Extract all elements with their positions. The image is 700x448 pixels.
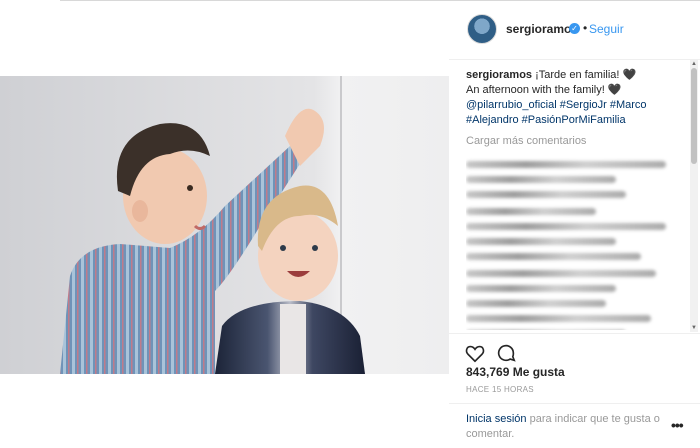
blurred-comment	[466, 161, 666, 168]
user-avatar[interactable]	[467, 14, 497, 44]
verified-badge-icon: ✓	[569, 23, 580, 34]
blurred-comment	[466, 223, 666, 230]
separator-dot: •	[583, 21, 588, 35]
blurred-comment	[466, 238, 616, 245]
post-header: sergioramos ✓ • Seguir	[449, 0, 700, 60]
login-link[interactable]: Inicia sesión	[466, 413, 527, 425]
caption: sergioramos ¡Tarde en familia! 🖤 An afte…	[466, 68, 686, 128]
tag-link[interactable]: #Marco	[610, 99, 647, 111]
tag-link[interactable]: #PasiónPorMiFamilia	[522, 114, 626, 126]
tag-link[interactable]: #SergioJr	[560, 99, 607, 111]
tag-link[interactable]: @pilarrubio_oficial	[466, 99, 557, 111]
comments-list: sergioramos ¡Tarde en familia! 🖤 An afte…	[466, 68, 686, 330]
speech-bubble-icon[interactable]	[495, 342, 517, 364]
heart-icon[interactable]	[464, 342, 486, 364]
comments-scrollbar[interactable]: ▲ ▼	[690, 60, 698, 332]
blurred-comment	[466, 270, 656, 277]
blurred-comment	[466, 300, 606, 307]
more-options-icon[interactable]: •••	[671, 418, 684, 433]
scroll-up-arrow-icon[interactable]: ▲	[690, 60, 698, 68]
photo-illustration	[0, 76, 449, 374]
post-actions: 843,769 Me gusta HACE 15 HORAS	[449, 333, 700, 403]
caption-line-2: An afternoon with the family! 🖤	[466, 84, 622, 96]
blurred-comment	[466, 285, 616, 292]
tag-link[interactable]: #Alejandro	[466, 114, 519, 126]
blurred-comment	[466, 176, 616, 183]
post-side-panel: sergioramos ✓ • Seguir sergioramos ¡Tard…	[449, 0, 700, 448]
scrollbar-thumb[interactable]	[691, 68, 697, 164]
scroll-down-arrow-icon[interactable]: ▼	[690, 324, 698, 332]
blurred-comment	[466, 191, 626, 198]
load-more-comments-link[interactable]: Cargar más comentarios	[466, 134, 686, 149]
login-prompt: Inicia sesión para indicar que te gusta …	[466, 412, 661, 442]
blurred-comment	[466, 208, 596, 215]
blurred-comments	[466, 161, 686, 330]
caption-username[interactable]: sergioramos	[466, 69, 532, 81]
likes-count[interactable]: 843,769 Me gusta	[466, 365, 565, 379]
login-prompt-bar: Inicia sesión para indicar que te gusta …	[449, 403, 700, 448]
blurred-comment	[466, 253, 641, 260]
blurred-comment	[466, 315, 651, 322]
header-username[interactable]: sergioramos	[506, 22, 578, 36]
follow-button[interactable]: Seguir	[589, 22, 624, 36]
post-photo[interactable]	[0, 76, 449, 374]
post-timestamp: HACE 15 HORAS	[466, 385, 534, 394]
caption-line-1: ¡Tarde en familia! 🖤	[535, 69, 637, 81]
